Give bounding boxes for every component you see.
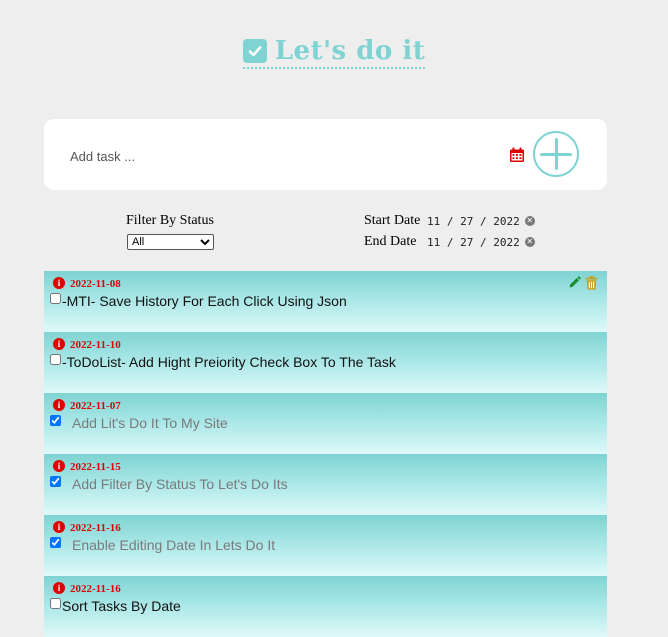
info-icon: i (53, 338, 65, 350)
calendar-icon[interactable] (509, 147, 525, 163)
pencil-icon[interactable] (568, 276, 581, 289)
task-checkbox[interactable] (50, 476, 61, 487)
task-checkbox[interactable] (50, 537, 61, 548)
task-text: Sort Tasks By Date (62, 598, 181, 614)
start-date-row: Start Date 11 / 27 / 2022 ✕ (364, 213, 535, 229)
task-item: i 2022-11-15 Add Filter By Status To Let… (44, 454, 607, 515)
task-item: i 2022-11-16 Enable Editing Date In Lets… (44, 515, 607, 576)
filter-status-label: Filter By Status (126, 213, 214, 228)
task-item: i 2022-11-07 Add Lit's Do It To My Site (44, 393, 607, 454)
add-task-input[interactable] (68, 143, 492, 169)
title-wrapper: Let's do it (242, 36, 426, 69)
task-checkbox[interactable] (50, 293, 61, 304)
page-title: Let's do it (274, 36, 426, 66)
clear-start-date-icon[interactable]: ✕ (524, 216, 535, 226)
task-checkbox[interactable] (50, 598, 61, 609)
start-date-input[interactable]: 11 / 27 / 2022 (427, 215, 520, 228)
task-date: 2022-11-16 (70, 583, 121, 595)
task-list: i 2022-11-08 -MTI- Save History For Each… (44, 271, 607, 637)
add-task-card (44, 119, 607, 190)
start-date-label: Start Date (364, 213, 421, 228)
task-text: -ToDoList- Add Hight Preiority Check Box… (62, 354, 396, 370)
task-date: 2022-11-07 (70, 400, 121, 412)
info-icon: i (53, 277, 65, 289)
task-date: 2022-11-15 (70, 461, 121, 473)
end-date-label: End Date (364, 234, 417, 249)
task-date: 2022-11-10 (70, 339, 121, 351)
info-icon: i (53, 521, 65, 533)
task-checkbox[interactable] (50, 354, 61, 365)
task-text: Enable Editing Date In Lets Do It (72, 537, 276, 553)
task-text: Add Filter By Status To Let's Do Its (72, 476, 288, 492)
info-icon: i (53, 399, 65, 411)
check-square-icon (242, 39, 267, 63)
task-checkbox[interactable] (50, 415, 61, 426)
filter-status-select[interactable]: All (127, 234, 214, 250)
task-item: i 2022-11-10 -ToDoList- Add Hight Preior… (44, 332, 607, 393)
task-text: Add Lit's Do It To My Site (72, 415, 228, 431)
add-task-button[interactable] (533, 131, 579, 177)
task-text: -MTI- Save History For Each Click Using … (62, 293, 347, 309)
info-icon: i (53, 582, 65, 594)
info-icon: i (53, 460, 65, 472)
app-header: Let's do it (0, 36, 668, 69)
end-date-input[interactable]: 11 / 27 / 2022 (427, 236, 520, 249)
trash-icon[interactable] (585, 276, 598, 290)
end-date-row: End Date 11 / 27 / 2022 ✕ (364, 234, 535, 250)
task-date: 2022-11-16 (70, 522, 121, 534)
task-date: 2022-11-08 (70, 278, 121, 290)
clear-end-date-icon[interactable]: ✕ (524, 237, 535, 247)
task-item: i 2022-11-08 -MTI- Save History For Each… (44, 271, 607, 332)
